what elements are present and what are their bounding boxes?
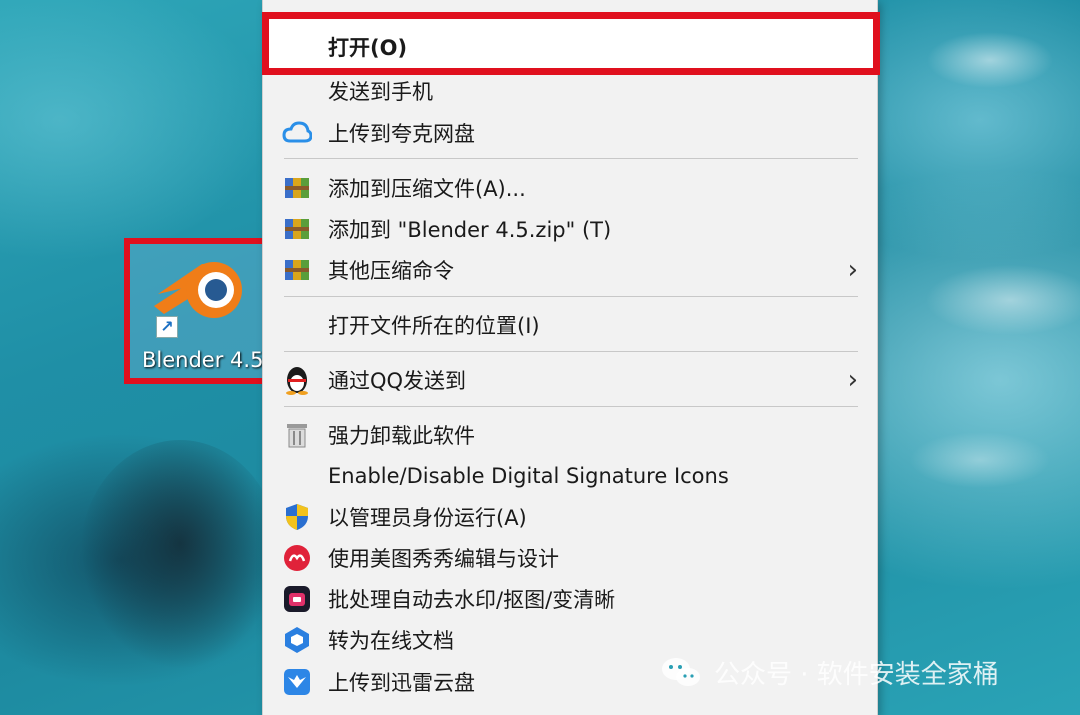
menu-item-label: 强力卸载此软件 bbox=[328, 424, 475, 448]
menu-item-label: 转为在线文档 bbox=[328, 629, 454, 653]
menu-item-label: 上传到迅雷云盘 bbox=[328, 671, 475, 695]
qq-penguin-icon bbox=[282, 365, 312, 395]
background-foam bbox=[870, 0, 1080, 715]
menu-item-upload-quark[interactable]: 上传到夸克网盘 bbox=[262, 113, 878, 153]
menu-item-label: 使用美图秀秀编辑与设计 bbox=[328, 547, 559, 571]
menu-item-label: 添加到压缩文件(A)... bbox=[328, 177, 526, 201]
watermark: 公众号 · 软件安装全家桶 bbox=[660, 650, 999, 694]
online-doc-icon bbox=[282, 625, 312, 655]
menu-item-open[interactable]: 打开(O) bbox=[262, 27, 878, 67]
menu-item-force-uninstall[interactable]: 强力卸载此软件 bbox=[262, 415, 878, 455]
menu-item-label: Enable/Disable Digital Signature Icons bbox=[328, 464, 729, 488]
batch-process-icon bbox=[282, 584, 312, 614]
quark-cloud-icon bbox=[282, 118, 312, 148]
wechat-icon bbox=[662, 658, 700, 686]
menu-item-send-to-phone[interactable]: 发送到手机 bbox=[262, 71, 878, 111]
menu-item-label: 添加到 "Blender 4.5.zip" (T) bbox=[328, 218, 612, 242]
xunlei-cloud-icon bbox=[282, 667, 312, 697]
menu-item-label: 其他压缩命令 bbox=[328, 259, 454, 283]
chevron-right-icon: › bbox=[847, 365, 858, 395]
uninstall-trash-icon bbox=[282, 420, 312, 450]
winrar-archive-icon bbox=[282, 255, 312, 285]
menu-item-meitu[interactable]: 使用美图秀秀编辑与设计 bbox=[262, 538, 878, 578]
menu-item-add-to-zip[interactable]: 添加到 "Blender 4.5.zip" (T) bbox=[262, 209, 878, 249]
shortcut-arrow-icon: ↗ bbox=[156, 316, 178, 338]
menu-item-run-as-admin[interactable]: 以管理员身份运行(A) bbox=[262, 497, 878, 537]
winrar-archive-icon bbox=[282, 173, 312, 203]
menu-item-label: 打开文件所在的位置(I) bbox=[328, 314, 540, 338]
menu-item-add-to-archive[interactable]: 添加到压缩文件(A)... bbox=[262, 168, 878, 208]
menu-item-batch-process[interactable]: 批处理自动去水印/抠图/变清晰 bbox=[262, 579, 878, 619]
background-swimmer bbox=[80, 440, 280, 670]
chevron-right-icon: › bbox=[847, 255, 858, 285]
desktop-icon-label: Blender 4.5 bbox=[142, 348, 264, 372]
menu-item-label: 通过QQ发送到 bbox=[328, 369, 467, 393]
menu-item-label: 上传到夸克网盘 bbox=[328, 122, 475, 146]
menu-item-open-file-location[interactable]: 打开文件所在的位置(I) bbox=[262, 305, 878, 345]
menu-item-label: 打开(O) bbox=[328, 36, 408, 60]
menu-item-label: 以管理员身份运行(A) bbox=[328, 506, 527, 530]
menu-item-digital-signature[interactable]: Enable/Disable Digital Signature Icons bbox=[262, 456, 878, 496]
menu-item-label: 发送到手机 bbox=[328, 80, 433, 104]
menu-separator bbox=[284, 406, 858, 407]
watermark-text: 公众号 · 软件安装全家桶 bbox=[714, 659, 999, 690]
winrar-archive-icon bbox=[282, 214, 312, 244]
menu-item-send-via-qq[interactable]: 通过QQ发送到 › bbox=[262, 360, 878, 400]
menu-separator bbox=[284, 351, 858, 352]
menu-item-other-compress[interactable]: 其他压缩命令 › bbox=[262, 250, 878, 290]
menu-item-label: 批处理自动去水印/抠图/变清晰 bbox=[328, 588, 616, 612]
desktop-icon-blender[interactable]: ↗ Blender 4.5 bbox=[124, 238, 270, 384]
meitu-icon bbox=[282, 543, 312, 573]
uac-shield-icon bbox=[282, 502, 312, 532]
menu-separator bbox=[284, 296, 858, 297]
blender-logo-icon bbox=[154, 262, 242, 318]
menu-separator bbox=[284, 158, 858, 159]
